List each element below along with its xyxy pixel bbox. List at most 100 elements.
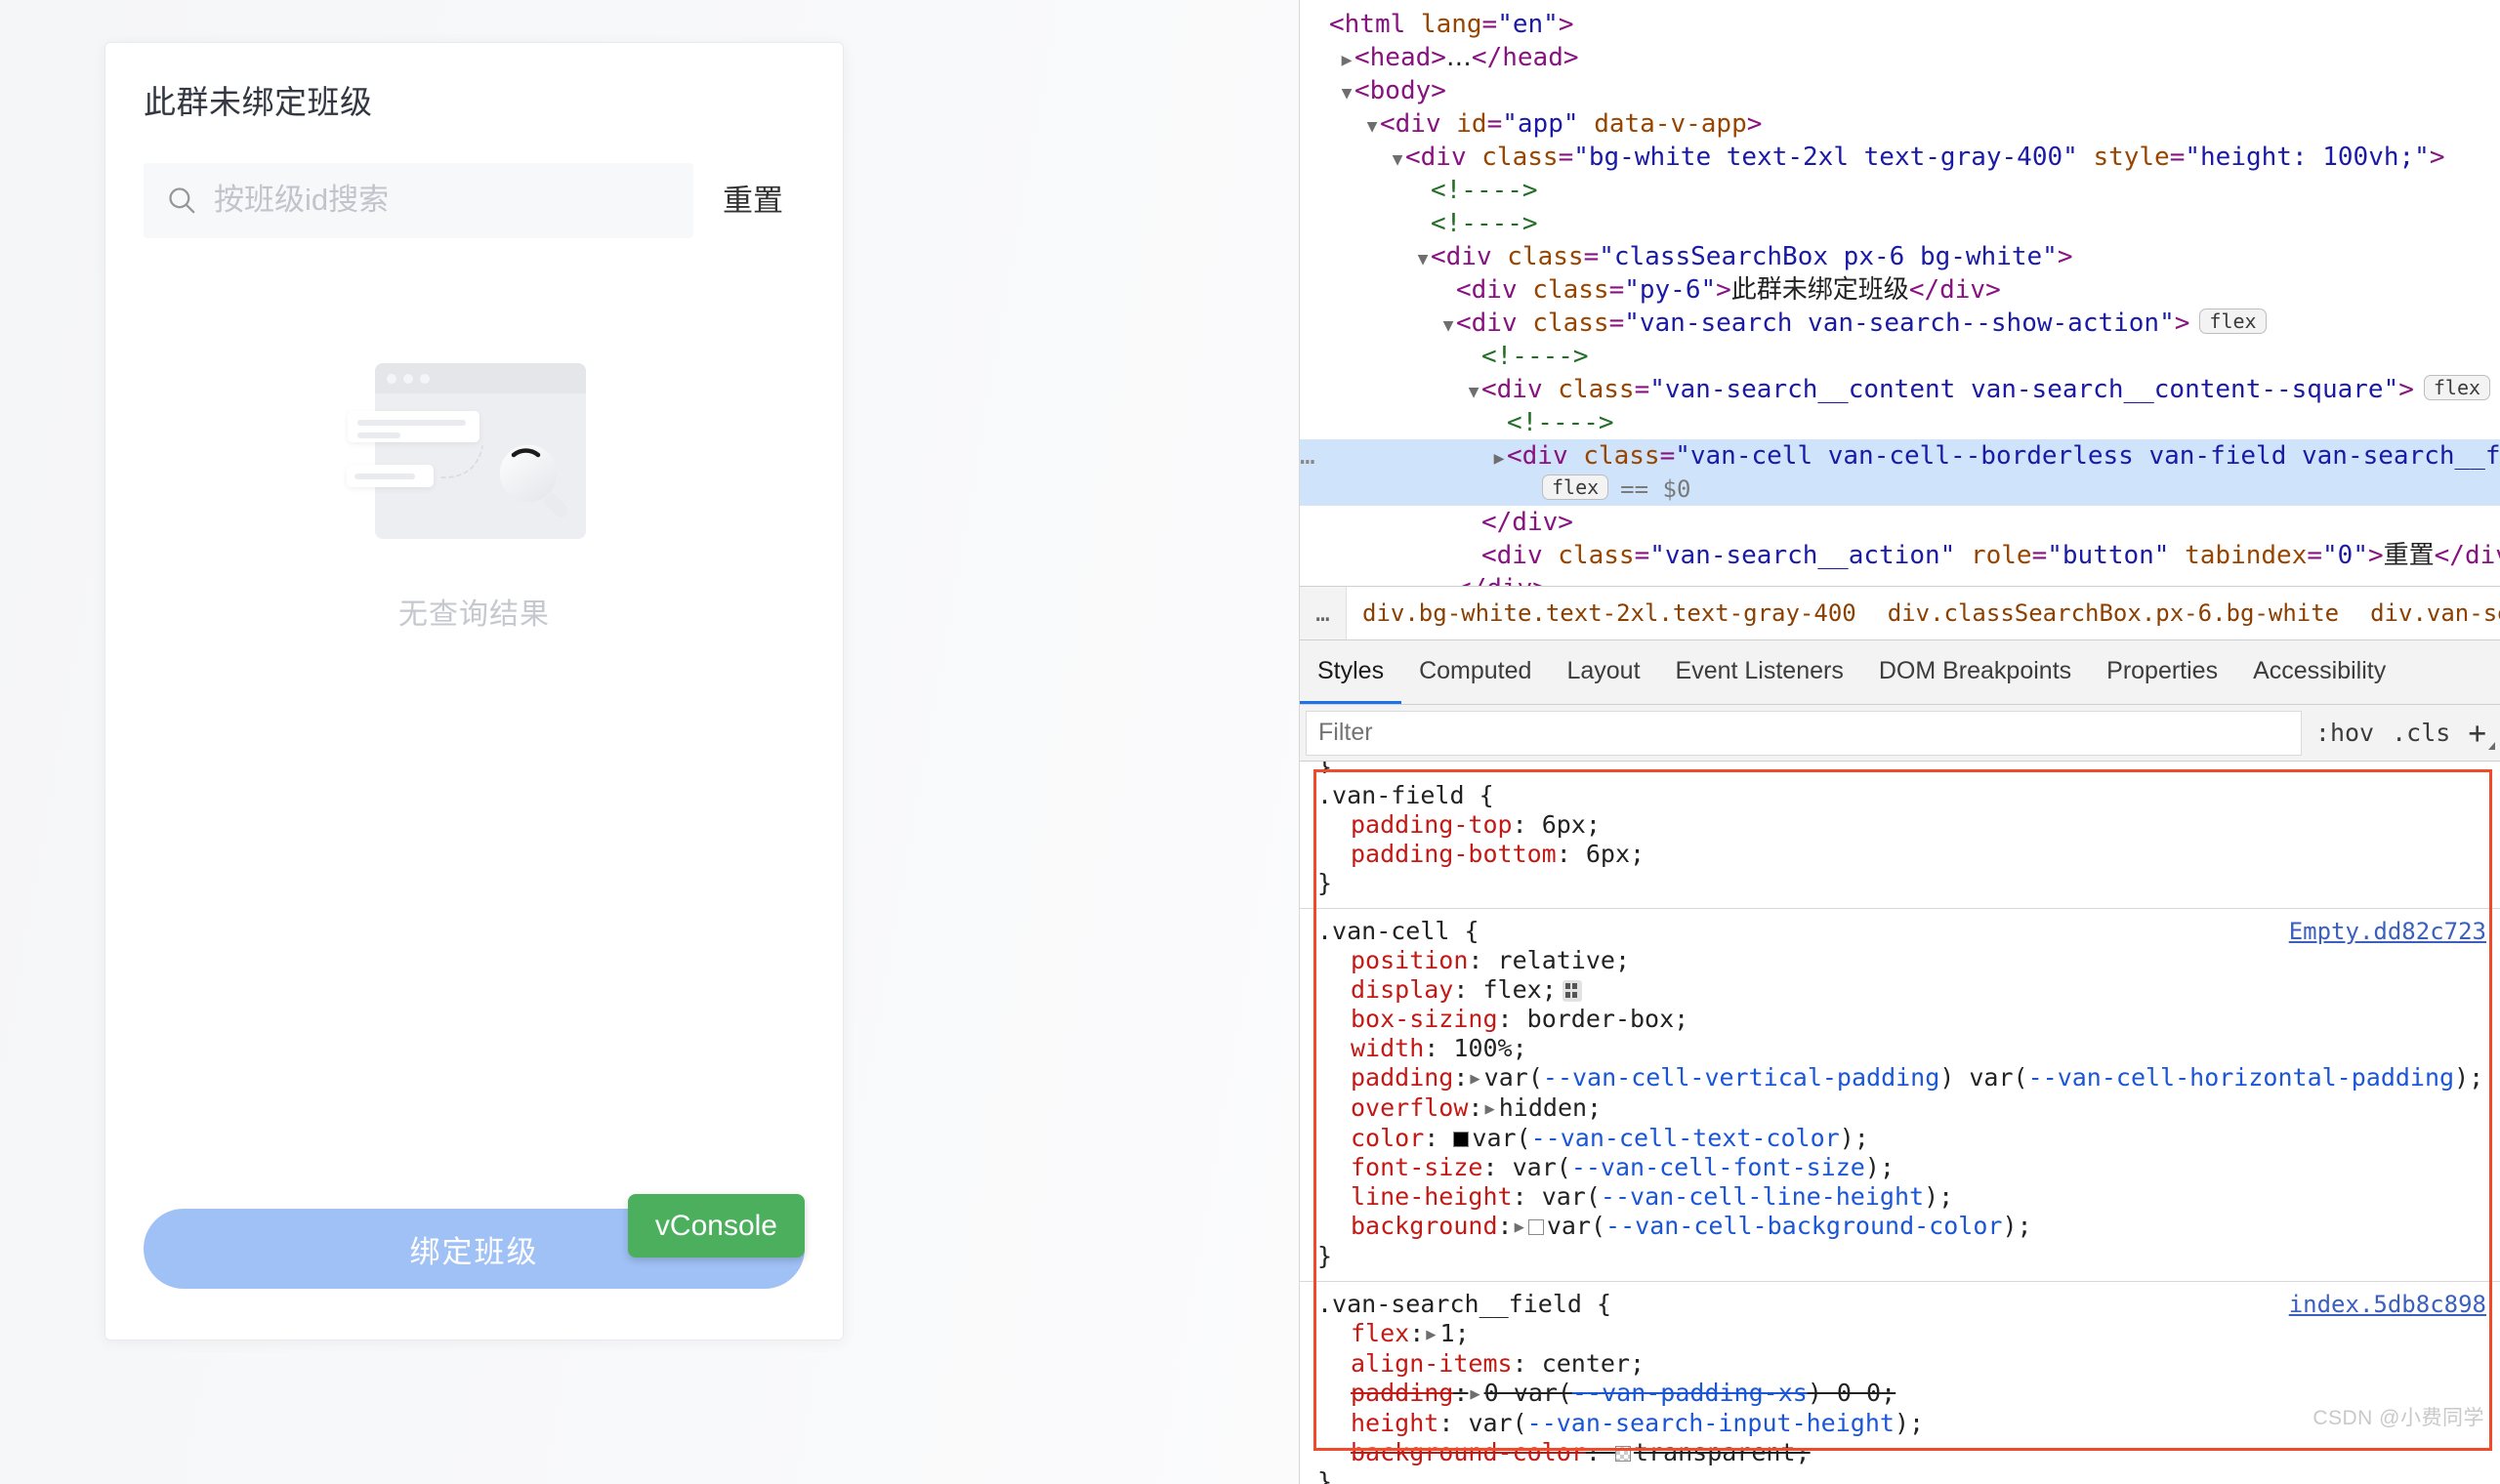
dom-tree-node[interactable]: ▼<div class="van-search__content van-sea… xyxy=(1300,373,2500,406)
css-property[interactable]: align-items xyxy=(1351,1349,1513,1378)
css-declaration[interactable]: flex: ▶ 1; xyxy=(1300,1319,2500,1349)
tab-styles[interactable]: Styles xyxy=(1300,640,1402,704)
tab-dom-breakpoints[interactable]: DOM Breakpoints xyxy=(1861,640,2089,704)
collapse-triangle-icon[interactable]: ▼ xyxy=(1415,243,1431,276)
dom-tree-node[interactable]: ▼<div id="app" data-v-app> xyxy=(1300,107,2500,141)
css-property[interactable]: padding-bottom xyxy=(1351,840,1557,868)
css-declaration[interactable]: position: relative; xyxy=(1300,946,2500,975)
filter-input[interactable] xyxy=(1306,710,2302,756)
dom-tree[interactable]: ·<html lang="en">▶<head>…</head>▼<body>▼… xyxy=(1300,0,2500,586)
breadcrumb-item[interactable]: div.classSearchBox.px-6.bg-white xyxy=(1872,599,2354,627)
search-field[interactable] xyxy=(163,163,693,238)
dom-tree-node[interactable]: ·</div> xyxy=(1300,572,2500,586)
css-variable[interactable]: --van-cell-horizontal-padding xyxy=(2028,1063,2455,1092)
tab-accessibility[interactable]: Accessibility xyxy=(2235,640,2403,704)
css-value[interactable]: var(--van-cell-line-height); xyxy=(1542,1182,1953,1211)
css-property[interactable]: height xyxy=(1351,1409,1438,1437)
tab-properties[interactable]: Properties xyxy=(2089,640,2235,704)
css-property[interactable]: overflow xyxy=(1351,1093,1468,1122)
flex-badge[interactable]: flex xyxy=(2199,309,2267,334)
css-value[interactable]: 0 var(--van-padding-xs) 0 0; xyxy=(1484,1379,1896,1407)
expand-shorthand-icon[interactable]: ▶ xyxy=(1470,1064,1479,1093)
css-property[interactable]: width xyxy=(1351,1034,1424,1062)
tab-layout[interactable]: Layout xyxy=(1549,640,1657,704)
css-declaration[interactable]: align-items: center; xyxy=(1300,1349,2500,1379)
css-property[interactable]: background xyxy=(1351,1212,1498,1240)
css-value[interactable]: border-box; xyxy=(1527,1005,1689,1033)
css-property[interactable]: padding xyxy=(1351,1063,1453,1092)
css-declaration[interactable]: line-height: var(--van-cell-line-height)… xyxy=(1300,1182,2500,1212)
css-rule-origin[interactable]: Empty.dd82c723 xyxy=(2270,917,2486,946)
styles-pane[interactable]: } .van-field {padding-top: 6px;padding-b… xyxy=(1300,762,2500,1484)
flex-editor-icon[interactable] xyxy=(1562,980,1582,1002)
css-value[interactable]: var(--van-cell-font-size); xyxy=(1513,1153,1895,1181)
dom-tree-node[interactable]: ·<!----> xyxy=(1300,406,2500,439)
expand-shorthand-icon[interactable]: ▶ xyxy=(1426,1320,1436,1349)
css-value[interactable]: var(--van-cell-vertical-padding) var(--v… xyxy=(1484,1063,2484,1092)
css-variable[interactable]: --van-cell-background-color xyxy=(1605,1212,2002,1240)
flex-badge[interactable]: flex xyxy=(2423,375,2491,400)
css-variable[interactable]: --van-padding-xs xyxy=(1572,1379,1808,1407)
css-declaration[interactable]: padding-bottom: 6px; xyxy=(1300,840,2500,869)
tab-computed[interactable]: Computed xyxy=(1401,640,1549,704)
css-value[interactable]: 6px; xyxy=(1542,810,1601,839)
devtools-tabs[interactable]: Styles Computed Layout Event Listeners DOM B… xyxy=(1300,640,2500,705)
dom-tree-node[interactable]: ·</div> xyxy=(1300,506,2500,539)
expand-shorthand-icon[interactable]: ▶ xyxy=(1484,1094,1494,1124)
css-declaration[interactable]: width: 100%; xyxy=(1300,1034,2500,1063)
css-value[interactable]: 6px; xyxy=(1586,840,1645,868)
color-swatch[interactable] xyxy=(1614,1446,1631,1462)
css-value[interactable]: transparent; xyxy=(1634,1438,1811,1466)
css-property[interactable]: color xyxy=(1351,1124,1424,1152)
dom-tree-node[interactable]: ·<div class="van-search__action" role="b… xyxy=(1300,539,2500,572)
css-property[interactable]: line-height xyxy=(1351,1182,1513,1211)
dom-tree-node[interactable]: ·<!----> xyxy=(1300,174,2500,207)
css-property[interactable]: background-color xyxy=(1351,1438,1586,1466)
expand-shorthand-icon[interactable]: ▶ xyxy=(1470,1380,1479,1409)
css-variable[interactable]: --van-cell-font-size xyxy=(1571,1153,1865,1181)
css-variable[interactable]: --van-search-input-height xyxy=(1527,1409,1895,1437)
search-content[interactable] xyxy=(144,162,693,238)
css-property[interactable]: box-sizing xyxy=(1351,1005,1498,1033)
new-style-rule-button[interactable]: + xyxy=(2468,716,2495,751)
css-declaration[interactable]: display: flex; xyxy=(1300,975,2500,1005)
dom-tree-node[interactable]: ▼<div class="classSearchBox px-6 bg-whit… xyxy=(1300,240,2500,273)
css-rule-origin[interactable]: index.5db8c898 xyxy=(2270,1290,2486,1319)
css-selector[interactable]: .van-field { xyxy=(1317,781,1494,810)
color-swatch[interactable] xyxy=(1453,1132,1470,1147)
flex-badge[interactable]: flex xyxy=(1542,474,1609,500)
css-property[interactable]: position xyxy=(1351,946,1468,974)
search-reset-button[interactable]: 重置 xyxy=(693,163,805,238)
collapse-triangle-icon[interactable]: ▼ xyxy=(1390,144,1405,177)
collapse-triangle-icon[interactable]: ▼ xyxy=(1466,376,1481,409)
breadcrumb-item[interactable]: div.bg-white.text-2xl.text-gray-400 xyxy=(1347,599,1872,627)
css-property[interactable]: font-size xyxy=(1351,1153,1482,1181)
tab-event-listeners[interactable]: Event Listeners xyxy=(1658,640,1861,704)
dom-tree-node[interactable]: ·<div class="py-6">此群未绑定班级</div> xyxy=(1300,273,2500,307)
css-declaration[interactable]: background-color: transparent; xyxy=(1300,1438,2500,1467)
css-declaration[interactable]: box-sizing: border-box; xyxy=(1300,1005,2500,1034)
dom-tree-node[interactable]: ▼<div class="bg-white text-2xl text-gray… xyxy=(1300,141,2500,174)
color-swatch[interactable] xyxy=(1527,1219,1544,1235)
css-value[interactable]: var(--van-cell-background-color); xyxy=(1547,1212,2032,1240)
css-value[interactable]: relative; xyxy=(1498,946,1630,974)
css-property[interactable]: display xyxy=(1351,975,1453,1004)
search-input[interactable] xyxy=(200,182,684,220)
breadcrumb-overflow-button[interactable]: … xyxy=(1300,587,1347,639)
css-value[interactable]: hidden; xyxy=(1499,1093,1602,1122)
breadcrumb-item[interactable]: div.van-search.van-search--show xyxy=(2354,599,2500,627)
css-declaration[interactable]: overflow: ▶ hidden; xyxy=(1300,1093,2500,1124)
dom-tree-node[interactable]: … ▶<div class="van-cell van-cell--borderl… xyxy=(1300,439,2500,473)
css-value[interactable]: 100%; xyxy=(1453,1034,1526,1062)
css-property[interactable]: padding-top xyxy=(1351,810,1513,839)
css-variable[interactable]: --van-cell-text-color xyxy=(1531,1124,1840,1152)
collapse-triangle-icon[interactable]: ▼ xyxy=(1440,309,1456,343)
css-value[interactable]: var(--van-search-input-height); xyxy=(1468,1409,1924,1437)
dom-tree-node[interactable]: ▶<head>…</head> xyxy=(1300,41,2500,74)
collapse-triangle-icon[interactable]: ▼ xyxy=(1339,77,1354,110)
css-value[interactable]: flex; xyxy=(1482,975,1556,1004)
css-selector[interactable]: .van-search__field { xyxy=(1317,1290,1611,1319)
collapse-triangle-icon[interactable]: ▼ xyxy=(1364,110,1380,144)
expand-triangle-icon[interactable]: ▶ xyxy=(1491,442,1507,475)
css-declaration[interactable]: font-size: var(--van-cell-font-size); xyxy=(1300,1153,2500,1182)
